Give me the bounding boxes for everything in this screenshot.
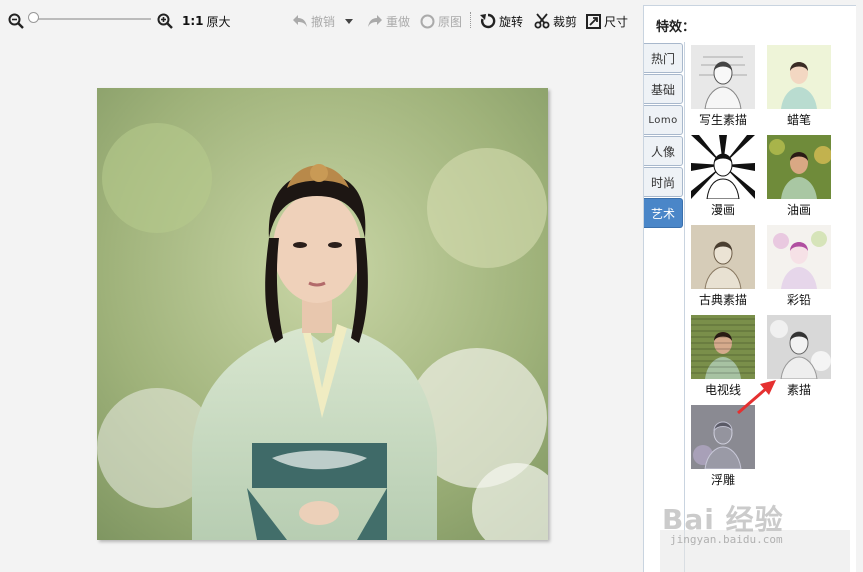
redo-icon bbox=[368, 15, 382, 27]
toolbar-divider bbox=[470, 12, 471, 28]
effect-emboss[interactable]: 浮雕 bbox=[690, 405, 756, 488]
tab-divider bbox=[684, 42, 685, 572]
effect-label: 电视线 bbox=[704, 383, 741, 397]
tab-lomo[interactable]: Lomo bbox=[644, 105, 683, 135]
rotate-icon bbox=[480, 13, 496, 29]
rotate-label: 旋转 bbox=[499, 14, 524, 29]
zoom-in-icon bbox=[157, 13, 173, 29]
zoom-slider-track[interactable] bbox=[33, 18, 151, 20]
comic-thumbnail bbox=[691, 135, 755, 199]
colored-pencil-thumbnail bbox=[767, 225, 831, 289]
undo-button[interactable]: 撤销 bbox=[292, 12, 335, 30]
effect-label: 素描 bbox=[786, 383, 811, 397]
tab-basic[interactable]: 基础 bbox=[644, 74, 683, 104]
zoom-out-icon bbox=[8, 13, 24, 29]
redo-button[interactable]: 重做 bbox=[367, 12, 410, 30]
emboss-thumbnail bbox=[691, 405, 755, 469]
undo-history-dropdown[interactable] bbox=[344, 12, 354, 30]
sketch-thumbnail bbox=[691, 45, 755, 109]
editing-canvas-image[interactable] bbox=[97, 88, 548, 540]
tab-hot[interactable]: 热门 bbox=[644, 43, 683, 73]
effects-panel: 特效： 热门 基础 Lomo 人像 时尚 艺术 写生素描 蜡笔 漫画 油画 古典… bbox=[643, 5, 856, 572]
scissors-icon bbox=[534, 13, 550, 29]
original-size-label: 原大 bbox=[206, 14, 231, 29]
portrait-photo bbox=[97, 88, 548, 540]
effect-label: 古典素描 bbox=[698, 293, 747, 307]
zoom-slider-handle[interactable] bbox=[28, 12, 39, 23]
original-image-icon bbox=[420, 14, 435, 28]
zoom-out-button[interactable] bbox=[8, 12, 24, 30]
effect-tv-lines[interactable]: 电视线 bbox=[690, 315, 756, 398]
watermark: Bai 经验 jingyan.baidu.com bbox=[660, 495, 850, 572]
effect-label: 蜡笔 bbox=[786, 113, 811, 127]
crop-button[interactable]: 裁剪 bbox=[534, 12, 577, 30]
chevron-down-icon bbox=[345, 19, 353, 24]
effect-label: 漫画 bbox=[710, 203, 735, 217]
editor-toolbar: 1:1 原大 撤销 重做 原图 旋转 裁剪 尺寸 bbox=[0, 0, 643, 40]
original-image-label: 原图 bbox=[438, 14, 463, 29]
effect-label: 写生素描 bbox=[698, 113, 747, 127]
resize-button[interactable]: 尺寸 bbox=[586, 12, 628, 30]
effect-label: 浮雕 bbox=[710, 473, 735, 487]
classic-sketch-thumbnail bbox=[691, 225, 755, 289]
effect-sketch[interactable]: 写生素描 bbox=[690, 45, 756, 128]
zoom-in-button[interactable] bbox=[157, 12, 173, 30]
original-size-button[interactable]: 1:1 原大 bbox=[182, 12, 231, 30]
tab-art[interactable]: 艺术 bbox=[644, 198, 683, 228]
size-label: 尺寸 bbox=[604, 14, 629, 29]
effects-panel-title: 特效： bbox=[656, 20, 696, 35]
watermark-url: jingyan.baidu.com bbox=[670, 533, 783, 546]
effect-label: 彩铅 bbox=[786, 293, 811, 307]
effect-pencil-sketch[interactable]: 素描 bbox=[766, 315, 832, 398]
tv-lines-thumbnail bbox=[691, 315, 755, 379]
pencil-sketch-thumbnail bbox=[767, 315, 831, 379]
effect-oil-painting[interactable]: 油画 bbox=[766, 135, 832, 218]
oil-painting-thumbnail bbox=[767, 135, 831, 199]
resize-icon bbox=[586, 13, 601, 29]
tab-fashion[interactable]: 时尚 bbox=[644, 167, 683, 197]
effect-comic[interactable]: 漫画 bbox=[690, 135, 756, 218]
watermark-brand: Bai 经验 bbox=[662, 503, 784, 536]
tab-portrait[interactable]: 人像 bbox=[644, 136, 683, 166]
effect-colored-pencil[interactable]: 彩铅 bbox=[766, 225, 832, 308]
effect-classic-sketch[interactable]: 古典素描 bbox=[690, 225, 756, 308]
effect-crayon[interactable]: 蜡笔 bbox=[766, 45, 832, 128]
rotate-button[interactable]: 旋转 bbox=[480, 12, 523, 30]
crop-label: 裁剪 bbox=[553, 14, 578, 29]
redo-label: 重做 bbox=[386, 14, 411, 29]
original-image-button[interactable]: 原图 bbox=[420, 12, 462, 30]
crayon-thumbnail bbox=[767, 45, 831, 109]
undo-icon bbox=[293, 15, 307, 27]
ratio-label: 1:1 bbox=[182, 14, 204, 28]
undo-label: 撤销 bbox=[311, 14, 336, 29]
effect-label: 油画 bbox=[786, 203, 811, 217]
